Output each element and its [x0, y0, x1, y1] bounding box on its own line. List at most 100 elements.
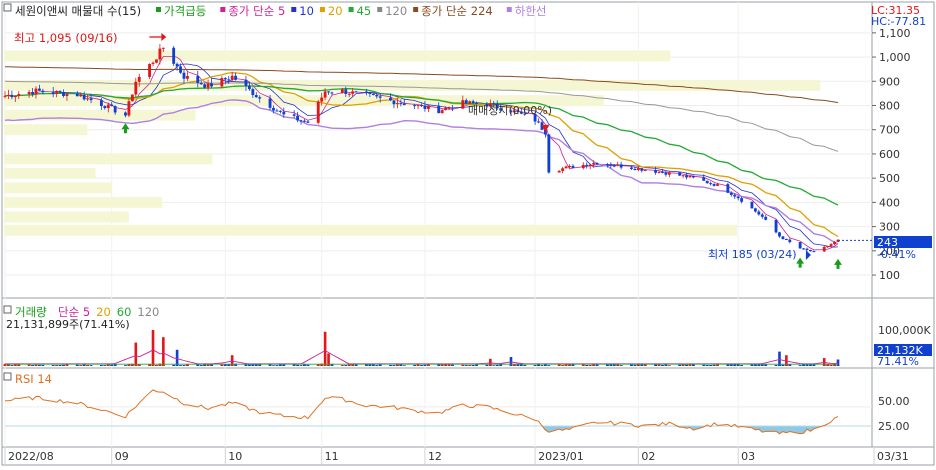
candle-body	[31, 92, 34, 95]
candle-body	[55, 91, 59, 94]
x-tick-label: 10	[228, 450, 242, 463]
candle	[316, 99, 320, 125]
legend-swatch	[319, 7, 325, 12]
rsi-toggle-icon[interactable]	[3, 372, 12, 381]
volume-bar	[533, 365, 537, 366]
legend-item[interactable]: 종가 단순 224	[421, 4, 493, 18]
y-tick-label: 400	[879, 196, 900, 209]
candle-body	[805, 248, 809, 250]
candle	[148, 63, 151, 80]
volume-bar	[492, 365, 496, 366]
y-tick-label: 100	[879, 269, 900, 282]
volume-bar	[471, 364, 475, 366]
volume-spike-bar	[151, 330, 155, 366]
volume-bar	[296, 364, 300, 366]
legend-item[interactable]: 10	[299, 4, 314, 18]
candle-body	[451, 107, 454, 109]
panel-toggle-icon[interactable]	[3, 3, 12, 12]
volume-bar	[798, 365, 802, 366]
candle-body	[681, 175, 685, 177]
candle-body	[7, 94, 10, 96]
volume-spike-bar	[162, 337, 165, 366]
candle-body	[440, 110, 444, 114]
candle-body	[822, 246, 826, 252]
candle-body	[798, 242, 802, 249]
candle-body	[51, 92, 55, 94]
candle-body	[124, 112, 127, 116]
candle-body	[444, 107, 448, 111]
candle	[547, 134, 551, 174]
volume-toggle-icon[interactable]	[3, 305, 12, 314]
legend-item[interactable]: 120	[385, 4, 407, 18]
legend-swatch	[377, 7, 383, 12]
candle-body	[537, 121, 540, 123]
volume-bar	[561, 365, 565, 366]
volume-bar	[547, 365, 551, 366]
volume-bar	[199, 364, 203, 366]
volume-bar	[179, 365, 182, 366]
volume-bar	[58, 364, 62, 366]
candle-body	[630, 167, 633, 169]
candle	[688, 175, 692, 178]
candle-body	[13, 95, 17, 98]
candle-body	[158, 48, 162, 60]
candle-body	[437, 105, 441, 114]
candle-body	[712, 183, 716, 186]
y-tick-label: 600	[879, 148, 900, 161]
volume-spike-bar	[175, 349, 179, 366]
candle-body	[148, 63, 151, 77]
chart-canvas[interactable]: 1,1001,000900800700600500400300200100 20…	[0, 0, 936, 467]
y-tick-label: 300	[879, 221, 900, 234]
volume-legend-item[interactable]: 60	[117, 305, 132, 319]
candle-body	[364, 91, 368, 93]
last-change-value: -0.41%	[877, 248, 916, 261]
candle-body	[685, 175, 688, 178]
candle-body	[3, 95, 7, 97]
legend-swatch	[413, 7, 419, 12]
candle-body	[595, 163, 599, 165]
candle-body	[826, 246, 830, 248]
candle-body	[609, 164, 613, 166]
volume-legend-item[interactable]: 120	[137, 305, 159, 319]
volume-bar	[306, 364, 310, 366]
legend-item[interactable]: 20	[328, 4, 343, 18]
candle-body	[726, 184, 730, 193]
candle-body	[268, 98, 272, 108]
candle-body	[760, 214, 764, 217]
candle	[774, 219, 778, 234]
volume-bar	[99, 364, 103, 366]
rsi-title: RSI 14	[15, 372, 52, 386]
legend-item[interactable]: 하한선	[515, 4, 547, 18]
volume-bar	[585, 364, 589, 366]
candle-body	[423, 105, 427, 109]
legend-item[interactable]: 45	[357, 4, 372, 18]
candle-body	[62, 92, 65, 97]
volume-profile-bar	[4, 182, 113, 194]
candle-body	[155, 59, 158, 63]
legend-swatch	[506, 7, 512, 12]
y-tick-label: 700	[879, 124, 900, 137]
candle-body	[58, 91, 62, 93]
volume-legend-item[interactable]: 단순 5	[58, 305, 90, 319]
volume-bar	[557, 364, 561, 366]
volume-bar	[426, 364, 430, 366]
volume-last-pct: 71.41%	[877, 355, 919, 368]
volume-bar	[485, 364, 489, 366]
low-price-label: 최저 185 (03/24)	[708, 248, 797, 261]
candle-body	[17, 94, 21, 96]
stock-chart[interactable]: 1,100 1,000 900 800 700 600 500 400 300 200 100 20…	[0, 0, 936, 467]
candle-body	[327, 91, 330, 93]
candle	[127, 98, 131, 118]
candle	[726, 182, 730, 193]
volume-bar	[137, 364, 141, 366]
volume-bar	[588, 364, 592, 366]
candle-body	[664, 172, 668, 175]
candle-body	[740, 198, 744, 202]
x-tick-label: 03	[741, 450, 755, 463]
candle-body	[802, 248, 806, 250]
candle-body	[203, 84, 207, 88]
legend-item[interactable]: 가격급등	[164, 4, 206, 18]
legend-item[interactable]: 종가 단순 5	[228, 4, 285, 18]
volume-legend-item[interactable]: 20	[96, 305, 111, 319]
volume-profile-bar	[4, 167, 96, 179]
